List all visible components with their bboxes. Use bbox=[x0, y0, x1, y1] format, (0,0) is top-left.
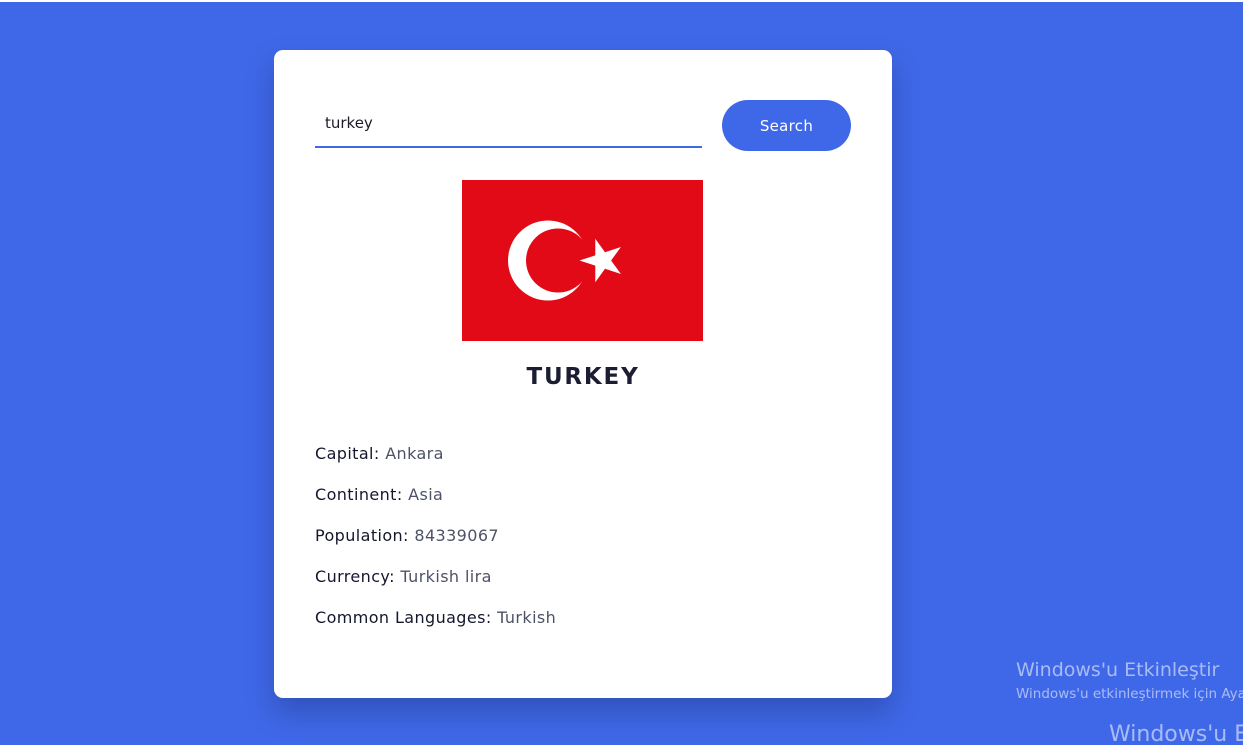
country-card: Search TURKEY Capital: Ankara Continent:… bbox=[274, 50, 892, 698]
detail-value: 84339067 bbox=[414, 526, 499, 545]
detail-currency: Currency: Turkish lira bbox=[315, 567, 492, 586]
search-input[interactable] bbox=[315, 100, 702, 148]
activation-watermark-subtitle: Windows'u etkinleştirmek için Ayar bbox=[1016, 686, 1243, 702]
detail-label: Continent: bbox=[315, 485, 403, 504]
detail-label: Common Languages: bbox=[315, 608, 492, 627]
detail-capital: Capital: Ankara bbox=[315, 444, 444, 463]
country-name: TURKEY bbox=[526, 364, 640, 390]
search-button[interactable]: Search bbox=[722, 100, 851, 151]
activation-watermark-bottom: Windows'u E bbox=[1109, 722, 1243, 745]
detail-label: Population: bbox=[315, 526, 409, 545]
search-bar: Search bbox=[315, 100, 851, 151]
detail-label: Capital: bbox=[315, 444, 380, 463]
detail-population: Population: 84339067 bbox=[315, 526, 499, 545]
top-edge bbox=[0, 0, 1243, 2]
detail-label: Currency: bbox=[315, 567, 395, 586]
detail-languages: Common Languages: Turkish bbox=[315, 608, 556, 627]
detail-value: Turkish lira bbox=[400, 567, 492, 586]
detail-value: Asia bbox=[408, 485, 444, 504]
detail-continent: Continent: Asia bbox=[315, 485, 443, 504]
detail-value: Ankara bbox=[385, 444, 444, 463]
activation-watermark-title: Windows'u Etkinleştir bbox=[1016, 659, 1220, 681]
detail-value: Turkish bbox=[497, 608, 557, 627]
turkey-flag-icon bbox=[462, 180, 703, 341]
